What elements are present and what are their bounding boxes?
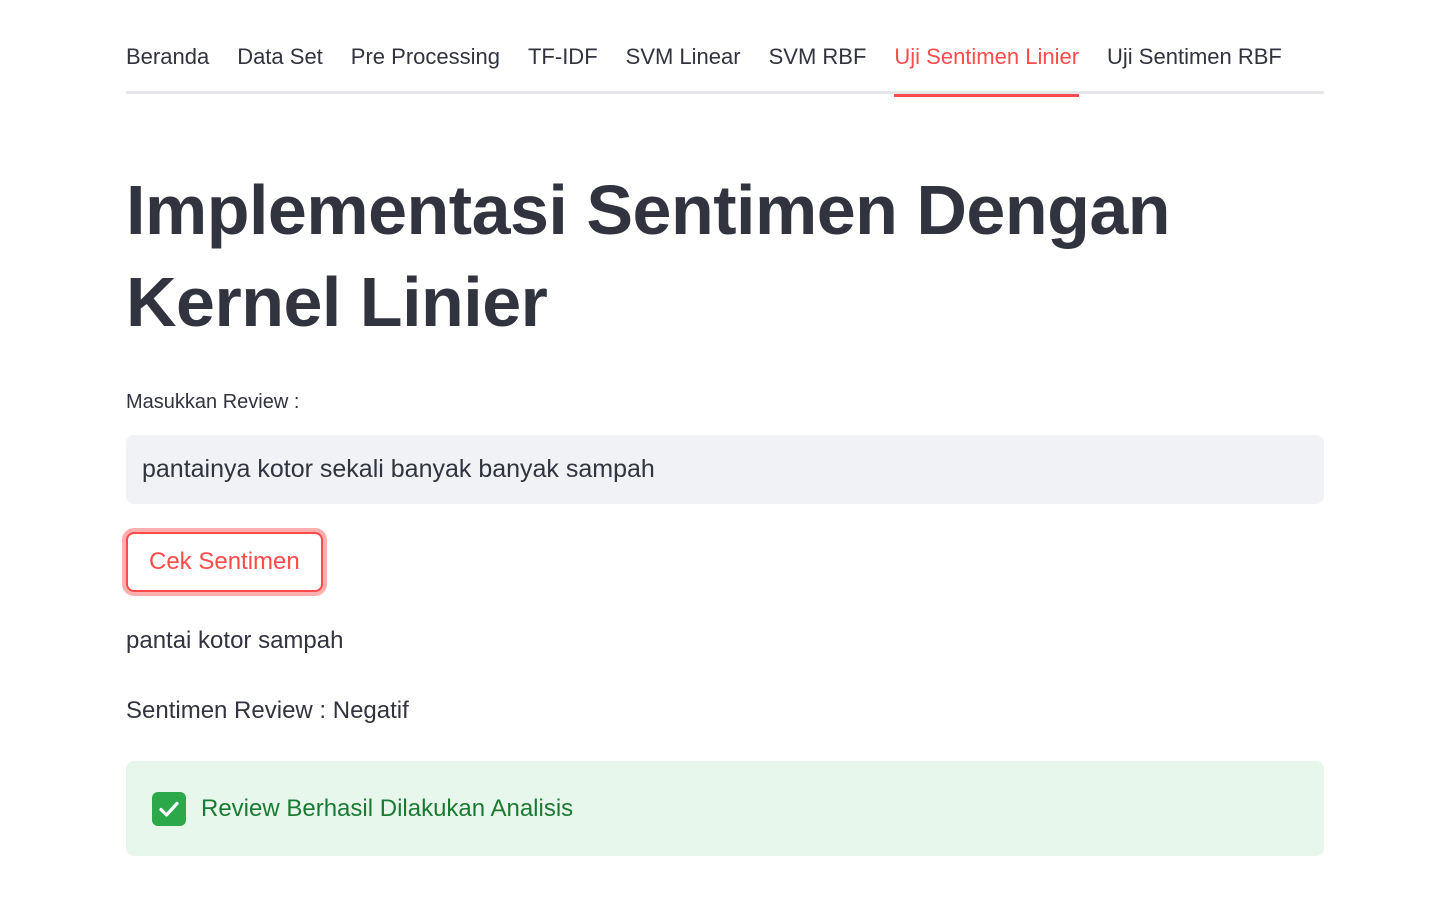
main-container: Beranda Data Set Pre Processing TF-IDF S… [126,0,1324,856]
tab-bar: Beranda Data Set Pre Processing TF-IDF S… [126,0,1324,97]
tab-data-set[interactable]: Data Set [237,0,323,94]
tab-uji-sentimen-rbf[interactable]: Uji Sentimen RBF [1107,0,1282,94]
sentiment-result-text: Sentimen Review : Negatif [126,697,409,724]
tab-svm-linear[interactable]: SVM Linear [626,0,741,94]
tab-svm-rbf[interactable]: SVM RBF [769,0,867,94]
review-field-label: Masukkan Review : [126,391,300,413]
review-input[interactable] [126,435,1324,504]
tab-list: Beranda Data Set Pre Processing TF-IDF S… [126,0,1282,97]
processed-review-text: pantai kotor sampah [126,627,344,654]
tab-tf-idf[interactable]: TF-IDF [528,0,598,94]
check-mark-icon [152,791,186,826]
success-message: Review Berhasil Dilakukan Analisis [201,794,574,822]
tab-pre-processing[interactable]: Pre Processing [351,0,500,94]
success-alert: Review Berhasil Dilakukan Analisis [126,761,1324,856]
tab-beranda[interactable]: Beranda [126,0,209,94]
tab-uji-sentimen-linier[interactable]: Uji Sentimen Linier [894,0,1079,97]
cek-sentimen-button[interactable]: Cek Sentimen [126,532,323,592]
page-title: Implementasi Sentimen Dengan Kernel Lini… [126,171,1171,341]
